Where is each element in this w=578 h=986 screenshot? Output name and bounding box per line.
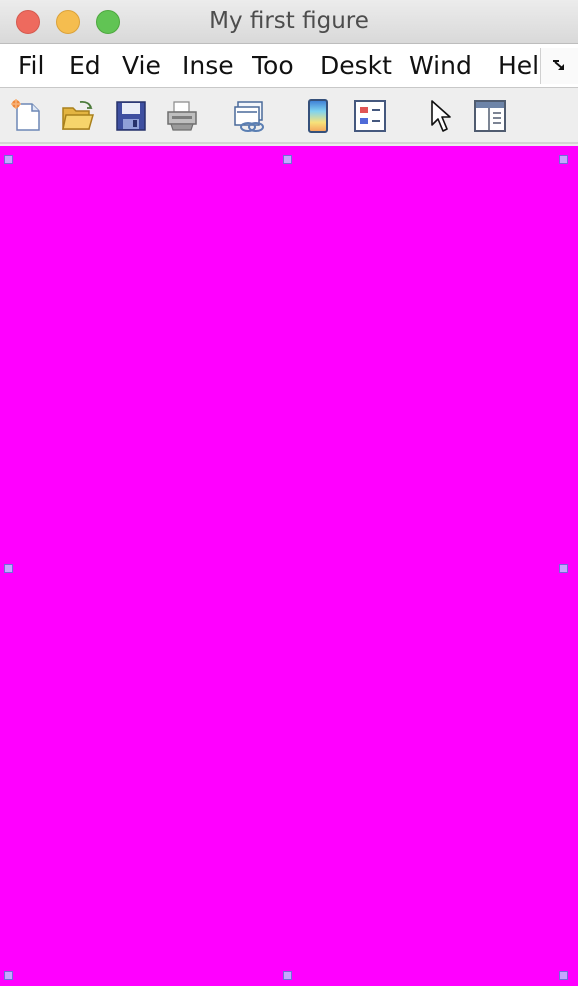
selection-handle-top-center[interactable] (283, 155, 292, 164)
new-figure-button[interactable] (9, 98, 45, 134)
link-plot-icon (234, 101, 264, 132)
link-plot-button[interactable] (232, 98, 268, 134)
title-bar[interactable]: My first figure (0, 0, 578, 44)
figure-window: My first figure Fil Ed Vie Inse Too Desk… (0, 0, 578, 986)
overflow-arrow-icon (553, 60, 564, 70)
open-file-button[interactable] (60, 98, 96, 134)
save-icon (116, 101, 146, 131)
menu-insert[interactable]: Inse (182, 50, 235, 82)
insert-colorbar-button[interactable] (300, 98, 336, 134)
menu-window[interactable]: Wind (409, 50, 481, 82)
selection-handle-bottom-center[interactable] (283, 971, 292, 980)
print-icon (167, 101, 197, 131)
selection-handle-bottom-right[interactable] (559, 971, 568, 980)
insert-legend-icon (354, 100, 386, 132)
menu-file[interactable]: Fil (18, 50, 52, 82)
selection-handle-top-right[interactable] (559, 155, 568, 164)
print-button[interactable] (164, 98, 200, 134)
menu-edit[interactable]: Ed (69, 50, 103, 82)
edit-plot-pointer-icon (431, 100, 451, 132)
menu-help[interactable]: Hel (498, 50, 540, 82)
figure-toolbar (0, 88, 578, 144)
menu-view[interactable]: Vie (122, 50, 164, 82)
property-inspector-button[interactable] (472, 98, 508, 134)
selection-handle-middle-right[interactable] (559, 564, 568, 573)
property-inspector-icon (474, 100, 506, 132)
save-button[interactable] (113, 98, 149, 134)
insert-legend-button[interactable] (352, 98, 388, 134)
new-figure-icon (11, 99, 40, 131)
menu-tools[interactable]: Too (252, 50, 302, 82)
selection-handle-bottom-left[interactable] (4, 971, 13, 980)
edit-plot-button[interactable] (424, 98, 460, 134)
figure-canvas[interactable] (0, 146, 578, 986)
open-file-icon (62, 100, 94, 130)
menu-bar: Fil Ed Vie Inse Too Deskt Wind Hel (0, 44, 578, 88)
window-title: My first figure (209, 8, 369, 34)
selection-handle-middle-left[interactable] (4, 564, 13, 573)
menu-overflow-button[interactable] (540, 48, 578, 84)
insert-colorbar-icon (308, 99, 328, 133)
selection-handle-top-left[interactable] (4, 155, 13, 164)
menu-desktop[interactable]: Deskt (320, 50, 392, 82)
